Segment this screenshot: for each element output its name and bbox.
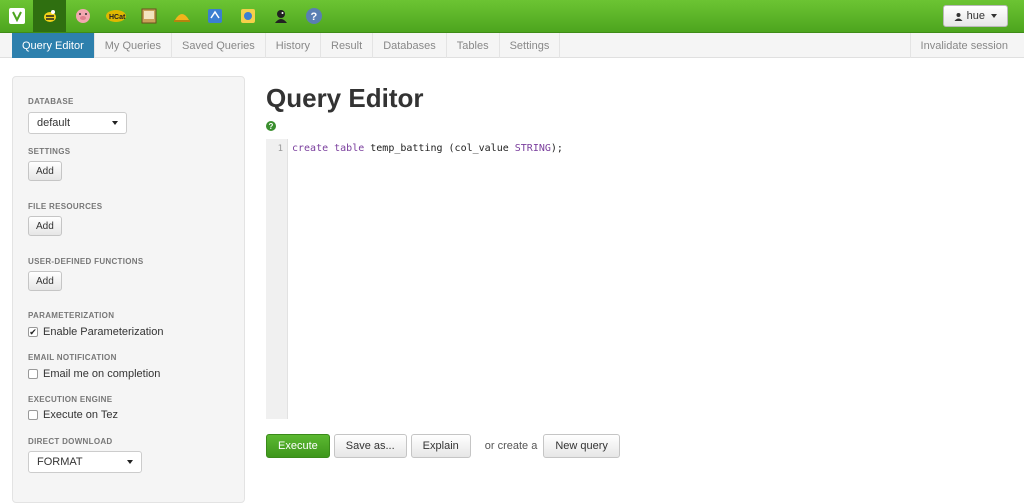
tab-my-queries[interactable]: My Queries <box>95 33 172 58</box>
sub-navigation: Query Editor My Queries Saved Queries Histo… <box>0 33 1024 58</box>
user-name: hue <box>966 10 985 22</box>
direct-download-label: DIRECT DOWNLOAD <box>28 437 113 446</box>
code-end: ); <box>550 143 563 154</box>
settings-label: SETTINGS <box>28 147 71 156</box>
top-app-bar: HCat ? hue <box>0 0 1024 33</box>
editor-actions: Execute Save as... Explain or create a N… <box>266 434 624 458</box>
email-check-label: Email me on completion <box>43 368 161 380</box>
execution-engine-label: EXECUTION ENGINE <box>28 395 113 404</box>
download-format-value: FORMAT <box>37 456 83 468</box>
chevron-down-icon <box>991 14 997 18</box>
engine-row: Execute on Tez <box>28 409 118 421</box>
database-label: DATABASE <box>28 97 74 106</box>
code-keyword: create table <box>292 143 365 154</box>
file-resources-label: FILE RESOURCES <box>28 202 103 211</box>
user-admin-icon[interactable] <box>264 0 297 32</box>
invalidate-session-link[interactable]: Invalidate session <box>909 33 1008 58</box>
save-as-button[interactable]: Save as... <box>333 434 407 458</box>
execute-button[interactable]: Execute <box>266 434 330 458</box>
pig-icon[interactable] <box>66 0 99 32</box>
help-icon[interactable]: ? <box>297 0 330 32</box>
download-format-select[interactable]: FORMAT <box>28 451 142 473</box>
add-udf-button[interactable]: Add <box>28 271 62 291</box>
tez-check-label: Execute on Tez <box>43 409 119 421</box>
code-line: create table temp_batting (col_value STR… <box>292 143 563 154</box>
chevron-down-icon <box>127 460 133 464</box>
tab-history[interactable]: History <box>266 33 321 58</box>
oozie-icon[interactable] <box>198 0 231 32</box>
email-notification-label: EMAIL NOTIFICATION <box>28 353 117 362</box>
or-create-text: or create a <box>484 440 538 452</box>
parameterization-label: PARAMETERIZATION <box>28 311 115 320</box>
tab-tables[interactable]: Tables <box>447 33 500 58</box>
tab-result[interactable]: Result <box>321 33 374 58</box>
explain-button[interactable]: Explain <box>410 434 471 458</box>
file-browser-icon[interactable] <box>132 0 165 32</box>
email-checkbox[interactable] <box>28 369 38 379</box>
tab-databases[interactable]: Databases <box>373 33 447 58</box>
code-text: temp_batting (col_value <box>364 143 515 154</box>
tab-saved-queries[interactable]: Saved Queries <box>172 33 266 58</box>
parameterization-check-label: Enable Parameterization <box>43 326 164 338</box>
tab-settings[interactable]: Settings <box>500 33 561 58</box>
beeswax-icon[interactable] <box>33 0 66 32</box>
hcat-icon[interactable]: HCat <box>99 0 132 32</box>
job-designer-icon[interactable] <box>165 0 198 32</box>
user-menu-button[interactable]: hue <box>942 5 1008 27</box>
tez-checkbox[interactable] <box>28 410 38 420</box>
email-row: Email me on completion <box>28 368 160 380</box>
add-file-resource-button[interactable]: Add <box>28 216 62 236</box>
tab-bar: Query Editor My Queries Saved Queries Histo… <box>12 33 561 58</box>
udf-label: USER-DEFINED FUNCTIONS <box>28 257 144 266</box>
add-setting-button[interactable]: Add <box>28 161 62 181</box>
code-editor[interactable]: 1 create table temp_batting (col_value S… <box>266 139 1006 419</box>
question-icon[interactable]: ? <box>266 121 276 131</box>
sidebar: DATABASE default SETTINGS Add FILE RESOU… <box>12 76 245 503</box>
page-title: Query Editor <box>266 83 424 113</box>
svg-text:HCat: HCat <box>109 14 126 21</box>
parameterization-checkbox[interactable]: ✔ <box>28 327 38 337</box>
chevron-down-icon <box>112 121 118 125</box>
code-keyword-type: STRING <box>514 143 551 154</box>
line-number: 1 <box>277 144 283 154</box>
line-gutter: 1 <box>266 139 288 419</box>
metastore-icon[interactable] <box>231 0 264 32</box>
new-query-button[interactable]: New query <box>543 434 620 458</box>
app-switcher: HCat ? <box>0 0 330 32</box>
user-icon <box>954 12 963 21</box>
svg-text:?: ? <box>310 11 317 23</box>
database-select-value: default <box>37 117 71 129</box>
database-select[interactable]: default <box>28 112 127 134</box>
tab-query-editor[interactable]: Query Editor <box>12 33 95 58</box>
hue-home-icon[interactable] <box>0 0 33 32</box>
parameterization-row: ✔ Enable Parameterization <box>28 326 163 338</box>
